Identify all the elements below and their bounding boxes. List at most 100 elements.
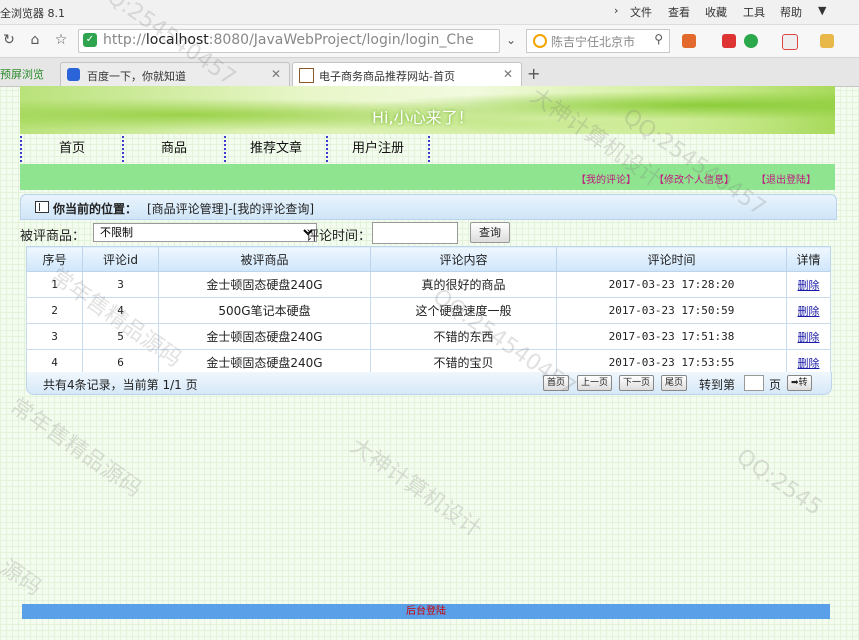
- star-icon[interactable]: ☆: [52, 31, 70, 49]
- goto-label: 转到第: [699, 378, 736, 392]
- baidu-paw-icon: [67, 68, 80, 81]
- translate-icon[interactable]: [782, 34, 798, 50]
- tab-baidu[interactable]: 百度一下，你就知道 ✕: [60, 62, 290, 87]
- nav-item-home[interactable]: 首页: [20, 136, 122, 162]
- address-input[interactable]: ✓ http://localhost:8080/JavaWebProject/l…: [78, 29, 500, 53]
- delete-link[interactable]: 删除: [798, 331, 820, 344]
- last-page-button[interactable]: 尾页: [661, 375, 688, 391]
- search-engine-icon: [533, 34, 547, 48]
- delete-link[interactable]: 删除: [798, 305, 820, 318]
- tab-homepage[interactable]: 电子商务商品推荐网站-首页 ✕: [292, 62, 522, 87]
- comment-time-label: 评论时间：: [306, 229, 372, 244]
- tab-bar: 预屏浏览 百度一下，你就知道 ✕ 电子商务商品推荐网站-首页 ✕ +: [0, 58, 859, 87]
- table-header-row: 序号 评论id 被评商品 评论内容 评论时间 详情: [26, 246, 831, 272]
- page-favicon-icon: [299, 68, 314, 83]
- preview-link[interactable]: 预屏浏览: [0, 66, 44, 82]
- nav-item-register[interactable]: 用户注册: [326, 136, 430, 162]
- search-input[interactable]: 陈吉宁任北京市 ⚲: [526, 29, 670, 53]
- new-tab-button[interactable]: +: [527, 64, 540, 83]
- comments-table: 序号 评论id 被评商品 评论内容 评论时间 详情 1 3 金士顿固态硬盘240…: [26, 246, 831, 376]
- cell-content: 不错的东西: [370, 323, 557, 350]
- product-select[interactable]: 不限制: [93, 223, 317, 242]
- cell-id: 4: [82, 297, 159, 324]
- breadcrumb: [商品评论管理]-[我的评论查询]: [147, 202, 315, 216]
- cell-id: 3: [82, 271, 159, 298]
- address-url: http://localhost:8080/JavaWebProject/log…: [103, 32, 474, 48]
- cell-id: 5: [82, 323, 159, 350]
- cell-content: 真的很好的商品: [370, 271, 557, 298]
- mail-icon[interactable]: [722, 34, 736, 48]
- search-text: 陈吉宁任北京市: [551, 35, 636, 49]
- admin-login-footer: 后台登陆: [22, 604, 830, 619]
- table-row: 1 3 金士顿固态硬盘240G 真的很好的商品 2017-03-23 17:28…: [26, 271, 831, 298]
- query-button[interactable]: 查询: [470, 222, 510, 243]
- cell-no: 3: [26, 323, 83, 350]
- apps-icon[interactable]: [682, 34, 696, 48]
- location-bar: 你当前的位置： [商品评论管理]-[我的评论查询]: [20, 194, 837, 220]
- menu-view[interactable]: 查看: [668, 4, 690, 20]
- cell-product: 金士顿固态硬盘240G: [158, 271, 371, 298]
- search-icon[interactable]: ⚲: [654, 32, 663, 46]
- security-shield-icon: ✓: [83, 33, 97, 47]
- product-filter-label: 被评商品：: [20, 229, 86, 244]
- cell-product: 金士顿固态硬盘240G: [158, 323, 371, 350]
- edit-profile-link[interactable]: 【修改个人信息】: [654, 171, 734, 186]
- record-count: 共有4条记录，当前第 1/1 页: [43, 378, 198, 392]
- cell-no: 1: [26, 271, 83, 298]
- watermark: QQ:2545: [731, 444, 827, 521]
- watermark: 大神计算机设计: [345, 433, 486, 543]
- logout-link[interactable]: 【退出登陆】: [756, 171, 816, 186]
- menu-help[interactable]: 帮助: [780, 4, 802, 20]
- admin-login-link[interactable]: 后台登陆: [406, 606, 446, 617]
- watermark: 源码: [0, 555, 46, 601]
- tab-label: 电子商务商品推荐网站-首页: [319, 70, 455, 83]
- dropdown-chevron-icon[interactable]: ⌄: [502, 31, 520, 49]
- cell-action: 删除: [786, 323, 831, 350]
- close-icon[interactable]: ✕: [271, 67, 281, 81]
- header-time: 评论时间: [556, 246, 787, 272]
- site-banner: Hi,小心来了！: [20, 86, 835, 134]
- watermark: 常年售精品源码: [5, 393, 146, 503]
- goto-page-input[interactable]: [744, 375, 764, 391]
- filter-form: 被评商品： 不限制 评论时间： 查询: [20, 222, 835, 244]
- cell-action: 删除: [786, 271, 831, 298]
- menu-arrow-icon[interactable]: ›: [614, 4, 618, 17]
- shirt-icon[interactable]: ▼: [818, 4, 826, 17]
- cell-content: 这个硬盘速度一般: [370, 297, 557, 324]
- first-page-button[interactable]: 首页: [543, 375, 570, 391]
- delete-link[interactable]: 删除: [798, 357, 820, 370]
- my-comments-link[interactable]: 【我的评论】: [576, 171, 636, 186]
- menu-favorites[interactable]: 收藏: [705, 4, 727, 20]
- cell-product: 500G笔记本硬盘: [158, 297, 371, 324]
- main-nav: 首页 商品 推荐文章 用户注册: [20, 136, 440, 162]
- table-row: 2 4 500G笔记本硬盘 这个硬盘速度一般 2017-03-23 17:50:…: [26, 297, 831, 324]
- browser-title-bar: 全浏览器 8.1 › 文件 查看 收藏 工具 帮助 ▼: [0, 0, 859, 25]
- nav-item-products[interactable]: 商品: [122, 136, 224, 162]
- header-comment-id: 评论id: [82, 246, 159, 272]
- menu-file[interactable]: 文件: [630, 4, 652, 20]
- comment-time-input[interactable]: [372, 222, 458, 244]
- table-row: 3 5 金士顿固态硬盘240G 不错的东西 2017-03-23 17:51:3…: [26, 323, 831, 350]
- header-no: 序号: [26, 246, 83, 272]
- location-label: 你当前的位置：: [53, 202, 138, 216]
- nav-item-articles[interactable]: 推荐文章: [224, 136, 326, 162]
- user-bar: 【我的评论】 【修改个人信息】 【退出登陆】: [20, 164, 835, 190]
- tab-label: 百度一下，你就知道: [87, 70, 186, 83]
- delete-link[interactable]: 删除: [798, 279, 820, 292]
- page-suffix-label: 页: [769, 378, 782, 392]
- cell-time: 2017-03-23 17:51:38: [556, 323, 787, 350]
- home-icon[interactable]: ⌂: [26, 31, 44, 49]
- go-button[interactable]: ➡转: [787, 375, 812, 391]
- refresh-icon[interactable]: ↻: [0, 31, 18, 49]
- next-page-button[interactable]: 下一页: [619, 375, 655, 391]
- browser-app-title: 全浏览器 8.1: [0, 7, 65, 20]
- header-product: 被评商品: [158, 246, 371, 272]
- menu-tools[interactable]: 工具: [743, 4, 765, 20]
- address-toolbar: ↻ ⌂ ☆ ✓ http://localhost:8080/JavaWebPro…: [0, 25, 859, 58]
- extension-icon[interactable]: [820, 34, 834, 48]
- cell-time: 2017-03-23 17:28:20: [556, 271, 787, 298]
- prev-page-button[interactable]: 上一页: [577, 375, 613, 391]
- close-icon[interactable]: ✕: [503, 67, 513, 81]
- money-icon[interactable]: [744, 34, 758, 48]
- banner-greeting: Hi,小心来了！: [372, 108, 474, 127]
